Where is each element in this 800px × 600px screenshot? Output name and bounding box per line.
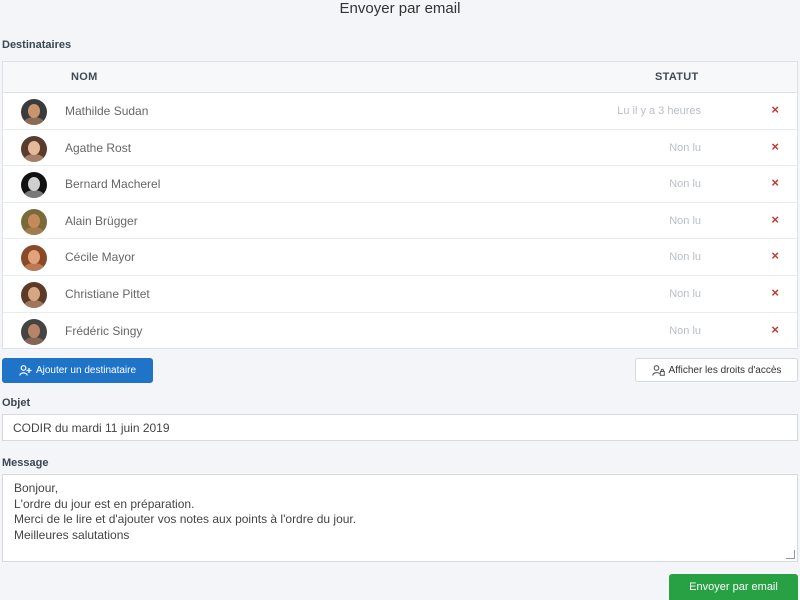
recipient-name: Mathilde Sudan <box>65 104 149 118</box>
resize-handle[interactable] <box>786 550 795 559</box>
recipient-status: Non lu <box>669 287 701 300</box>
remove-recipient-icon[interactable]: × <box>771 139 779 154</box>
avatar-shoulder <box>24 299 44 308</box>
avatar <box>21 245 47 272</box>
table-row: Frédéric Singy Non lu × <box>3 313 797 350</box>
remove-recipient-icon[interactable]: × <box>771 102 779 117</box>
avatar-face <box>28 104 40 118</box>
avatar-face <box>28 213 40 228</box>
recipient-name: Bernard Macherel <box>65 177 161 192</box>
table-row: Christiane Pittet Non lu × <box>3 276 797 313</box>
recipient-name: Agathe Rost <box>65 140 132 155</box>
add-recipient-button[interactable]: Ajouter un destinataire <box>2 358 153 383</box>
recipient-status: Non lu <box>669 324 701 337</box>
send-email-button[interactable]: Envoyer par email <box>669 574 798 600</box>
show-access-rights-label: Afficher les droits d'accès <box>668 364 782 376</box>
avatar <box>21 281 47 308</box>
avatar <box>21 99 47 125</box>
avatar-shoulder <box>24 190 44 199</box>
column-header-name: NOM <box>71 71 98 83</box>
avatar-face <box>28 140 40 155</box>
recipient-status: Non lu <box>669 178 701 191</box>
avatar <box>21 135 47 162</box>
avatar-shoulder <box>24 117 44 125</box>
avatar-shoulder <box>24 336 44 345</box>
subject-input[interactable]: CODIR du mardi 11 juin 2019 <box>2 414 798 441</box>
remove-recipient-icon[interactable]: × <box>771 175 779 190</box>
subject-label: Objet <box>2 397 31 409</box>
recipient-status: Non lu <box>669 251 701 264</box>
remove-recipient-icon[interactable]: × <box>771 248 779 263</box>
avatar-face <box>28 250 40 265</box>
dialog-title: Envoyer par email <box>339 0 461 17</box>
avatar-shoulder <box>24 263 44 272</box>
recipients-table: NOM STATUT Mathilde Sudan Lu il y a 3 heu… <box>2 61 798 349</box>
message-label: Message <box>2 457 49 469</box>
table-row: Agathe Rost Non lu × <box>3 130 797 167</box>
table-row: Bernard Macherel Non lu × <box>3 166 797 203</box>
table-row: Mathilde Sudan Lu il y a 3 heures × <box>3 93 797 130</box>
table-row: Alain Brügger Non lu × <box>3 203 797 240</box>
recipient-name: Christiane Pittet <box>65 286 150 301</box>
recipients-label: Destinataires <box>2 39 72 51</box>
recipient-status: Lu il y a 3 heures <box>617 105 701 117</box>
recipient-status: Non lu <box>669 141 701 154</box>
recipient-status: Non lu <box>669 214 701 227</box>
avatar <box>21 208 47 235</box>
remove-recipient-icon[interactable]: × <box>771 212 779 227</box>
remove-recipient-icon[interactable]: × <box>771 285 779 300</box>
avatar-face <box>28 177 40 192</box>
avatar-face <box>28 286 40 301</box>
avatar <box>21 172 47 199</box>
message-line: Merci de le lire et d'ajouter vos notes … <box>14 512 357 526</box>
show-access-rights-button[interactable]: Afficher les droits d'accès <box>635 358 798 382</box>
avatar <box>21 318 47 345</box>
avatar-face <box>28 323 40 338</box>
add-user-icon <box>19 365 32 376</box>
recipient-name: Alain Brügger <box>65 213 138 228</box>
remove-recipient-icon[interactable]: × <box>771 322 779 337</box>
message-line: Bonjour, <box>14 481 59 495</box>
table-row: Cécile Mayor Non lu × <box>3 239 797 276</box>
add-recipient-label: Ajouter un destinataire <box>35 365 137 376</box>
column-header-status: STATUT <box>655 71 699 83</box>
avatar-shoulder <box>24 153 44 162</box>
recipient-name: Frédéric Singy <box>65 323 143 338</box>
message-line: Meilleures salutations <box>14 527 130 542</box>
message-textarea[interactable]: Bonjour, L'ordre du jour est en préparat… <box>2 474 798 562</box>
message-line: L'ordre du jour est en préparation. <box>14 496 195 511</box>
user-lock-icon <box>651 364 665 376</box>
table-header: NOM STATUT <box>3 62 797 93</box>
avatar-shoulder <box>24 226 44 235</box>
recipient-name: Cécile Mayor <box>65 250 136 265</box>
